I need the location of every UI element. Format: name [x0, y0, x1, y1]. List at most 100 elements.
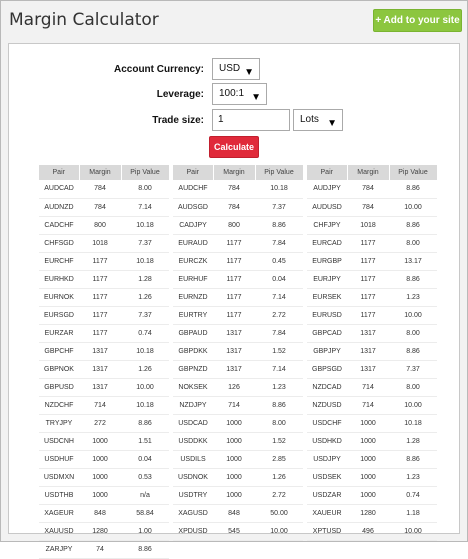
pair-cell: USDHKD [307, 432, 347, 451]
pip-value-cell: 8.86 [255, 216, 303, 235]
pair-cell: NZDUSD [307, 396, 347, 415]
account-currency-value: USD [219, 63, 241, 74]
pair-cell: USDTHB [39, 486, 79, 505]
margin-cell: 1000 [79, 450, 121, 469]
pip-value-cell: 1.00 [121, 522, 169, 541]
pair-cell: TRYJPY [39, 414, 79, 433]
column-header-margin: Margin [213, 165, 256, 180]
leverage-value: 100:1 [219, 88, 245, 99]
chevron-down-icon: ▼ [244, 67, 254, 78]
calculate-button[interactable]: Calculate [209, 136, 259, 158]
pip-value-cell: 1.18 [389, 504, 437, 523]
table-row: USDJPY 1000 8.86 [307, 450, 437, 469]
pair-cell: EURHUF [173, 270, 213, 289]
table-row: AUDCHF 784 10.18 [173, 180, 303, 199]
table-row: GBPJPY 1317 8.86 [307, 342, 437, 361]
pip-value-cell: 8.00 [121, 180, 169, 199]
margin-cell: 1177 [79, 306, 121, 325]
margin-cell: 714 [79, 396, 121, 415]
pip-value-cell: n/a [121, 486, 169, 505]
trade-unit-select[interactable]: Lots ▼ [293, 109, 343, 131]
add-to-site-button[interactable]: + Add to your site [373, 9, 462, 32]
margin-cell: 1280 [79, 522, 121, 541]
pip-value-cell: 8.86 [389, 450, 437, 469]
table-row: EURHUF 1177 0.04 [173, 270, 303, 289]
pair-cell: GBPDKK [173, 342, 213, 361]
pair-cell: GBPAUD [173, 324, 213, 343]
pip-value-cell: 10.18 [121, 342, 169, 361]
pip-value-cell: 0.74 [121, 324, 169, 343]
pair-cell: USDZAR [307, 486, 347, 505]
margin-cell: 1018 [347, 216, 389, 235]
margin-cell: 848 [79, 504, 121, 523]
column-header-pair: Pair [307, 165, 348, 180]
margin-cell: 784 [79, 180, 121, 199]
pip-value-cell: 1.23 [255, 378, 303, 397]
margin-cell: 1000 [213, 486, 255, 505]
column-header-margin: Margin [347, 165, 390, 180]
margin-cell: 784 [79, 198, 121, 217]
table-row: USDHKD 1000 1.28 [307, 432, 437, 451]
pair-cell: NZDJPY [173, 396, 213, 415]
pair-cell: USDSEK [307, 468, 347, 487]
pip-value-cell: 1.26 [121, 288, 169, 307]
table-row: EURTRY 1177 2.72 [173, 306, 303, 325]
pip-value-cell: 7.84 [255, 234, 303, 253]
pip-value-cell: 0.45 [255, 252, 303, 271]
margin-cell: 1177 [347, 306, 389, 325]
table-row: XAGUSD 848 50.00 [173, 504, 303, 523]
pip-value-cell: 8.00 [255, 414, 303, 433]
pair-cell: USDDKK [173, 432, 213, 451]
table-row: USDCNH 1000 1.51 [39, 432, 169, 451]
table-row: GBPCHF 1317 10.18 [39, 342, 169, 361]
pair-cell: AUDCHF [173, 180, 213, 199]
pip-value-cell: 1.26 [255, 468, 303, 487]
table-row: AUDNZD 784 7.14 [39, 198, 169, 217]
margin-cell: 1177 [213, 252, 255, 271]
pip-value-cell: 7.37 [255, 198, 303, 217]
pair-cell: EURSGD [39, 306, 79, 325]
table-row: CADJPY 800 8.86 [173, 216, 303, 235]
table-row: USDZAR 1000 0.74 [307, 486, 437, 505]
margin-cell: 1000 [213, 468, 255, 487]
pip-value-cell: 1.52 [255, 432, 303, 451]
table-row: EURUSD 1177 10.00 [307, 306, 437, 325]
account-currency-label: Account Currency: [113, 64, 204, 75]
pair-cell: CADJPY [173, 216, 213, 235]
table-row: USDNOK 1000 1.26 [173, 468, 303, 487]
pair-cell: AUDNZD [39, 198, 79, 217]
account-currency-select[interactable]: USD ▼ [212, 58, 260, 80]
margin-cell: 1317 [213, 324, 255, 343]
pair-cell: USDCNH [39, 432, 79, 451]
pair-cell: NZDCAD [307, 378, 347, 397]
leverage-select[interactable]: 100:1 ▼ [212, 83, 267, 105]
pip-value-cell: 1.28 [121, 270, 169, 289]
pair-cell: EURJPY [307, 270, 347, 289]
margin-cell: 1000 [347, 450, 389, 469]
pair-cell: EURCHF [39, 252, 79, 271]
table-row: USDTRY 1000 2.72 [173, 486, 303, 505]
pair-cell: GBPCHF [39, 342, 79, 361]
table-row: GBPNZD 1317 7.14 [173, 360, 303, 379]
pip-value-cell: 10.00 [389, 522, 437, 541]
margin-table-3: Pair Margin Pip Value AUDJPY 784 8.86 AUDUS… [307, 165, 438, 541]
pip-value-cell: 2.72 [255, 306, 303, 325]
table-row: NZDCAD 714 8.00 [307, 378, 437, 397]
margin-cell: 848 [213, 504, 255, 523]
trade-size-input[interactable]: 1 [212, 109, 290, 131]
margin-cell: 1317 [347, 342, 389, 361]
pip-value-cell: 0.53 [121, 468, 169, 487]
pair-cell: USDNOK [173, 468, 213, 487]
pair-cell: ZARJPY [39, 540, 79, 559]
table-row: EURNOK 1177 1.26 [39, 288, 169, 307]
margin-cell: 800 [79, 216, 121, 235]
column-header-pip-value: Pip Value [389, 165, 438, 180]
pair-cell: EURNZD [173, 288, 213, 307]
pip-value-cell: 1.52 [255, 342, 303, 361]
table-row: GBPNOK 1317 1.26 [39, 360, 169, 379]
table-row: USDILS 1000 2.85 [173, 450, 303, 469]
trade-size-label: Trade size: [152, 115, 204, 126]
pip-value-cell: 2.72 [255, 486, 303, 505]
pair-cell: USDHUF [39, 450, 79, 469]
pip-value-cell: 10.00 [121, 378, 169, 397]
